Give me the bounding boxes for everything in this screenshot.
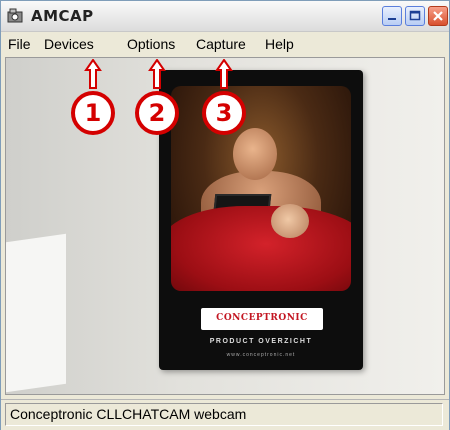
maximize-icon (409, 10, 421, 21)
cover-photo (171, 86, 351, 291)
product-booklet: CONCEPTRONIC PRODUCT OVERZICHT www.conce… (159, 70, 363, 370)
red-bedsheet (171, 206, 351, 291)
booklet-url: www.conceptronic.net (226, 352, 296, 358)
title-bar[interactable]: AMCAP (1, 1, 449, 32)
man-head (233, 128, 277, 180)
menu-help[interactable]: Help (265, 36, 294, 52)
close-icon (433, 11, 443, 21)
minimize-icon (388, 18, 396, 20)
close-button[interactable] (428, 6, 448, 26)
menu-bar: File Devices Options Capture Help (1, 32, 449, 56)
arrow-up-icon (148, 59, 166, 89)
paper-sheet (6, 233, 66, 393)
callout-1: 1 (71, 91, 115, 135)
menu-capture[interactable]: Capture (196, 36, 246, 52)
amcap-window: AMCAP File Devices Options Capture Help (0, 0, 450, 430)
callout-2: 2 (135, 91, 179, 135)
status-bar: Conceptronic CLLCHATCAM webcam (1, 399, 449, 430)
brand-logo: CONCEPTRONIC (201, 308, 323, 330)
status-text: Conceptronic CLLCHATCAM webcam (5, 403, 443, 426)
booklet-tagline: PRODUCT OVERZICHT (209, 338, 313, 345)
minimize-button[interactable] (382, 6, 402, 26)
menu-options[interactable]: Options (127, 36, 175, 52)
arrow-up-icon (84, 59, 102, 89)
callout-3: 3 (202, 91, 246, 135)
arrow-up-icon (215, 59, 233, 89)
menu-devices[interactable]: Devices (44, 36, 94, 52)
maximize-button[interactable] (405, 6, 425, 26)
woman-head (271, 204, 309, 238)
brand-name: CONCEPTRONIC (216, 313, 308, 323)
menu-file[interactable]: File (8, 36, 31, 52)
window-title: AMCAP (31, 7, 94, 25)
camera-app-icon (7, 8, 23, 23)
